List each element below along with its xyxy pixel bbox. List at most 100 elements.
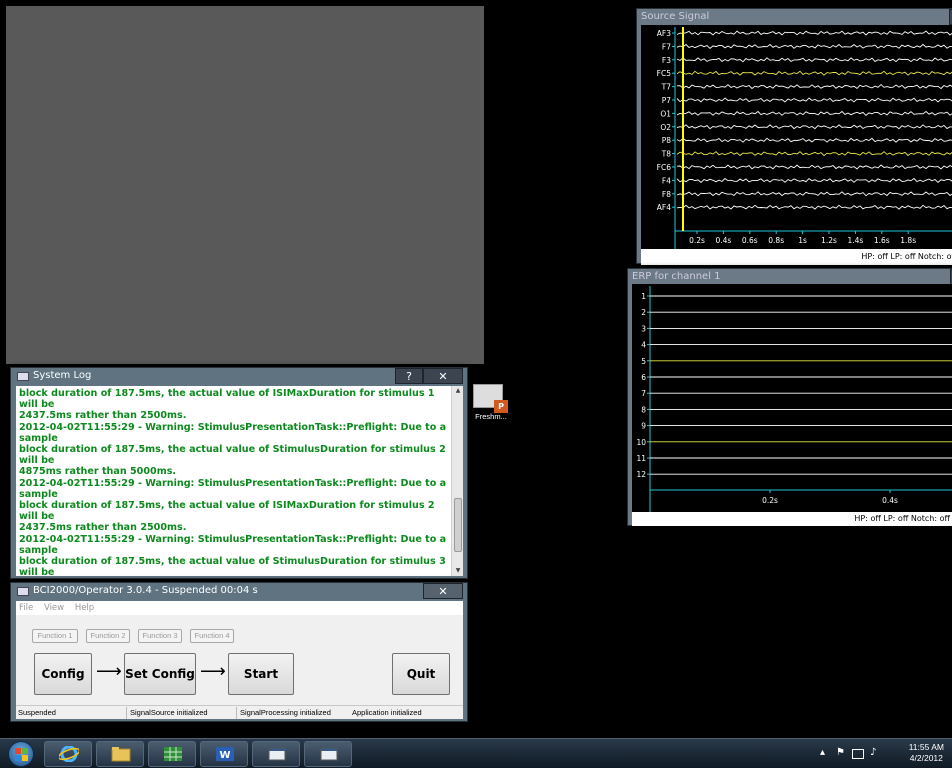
channel-trace [676,151,952,157]
log-content[interactable]: block duration of 187.5ms, the actual va… [16,386,463,576]
operator-window[interactable]: BCI2000/Operator 3.0.4 - Suspended 00:04… [10,582,468,722]
time-tick-label: 1.8s [900,236,916,245]
status-processing: SignalProcessing initialized [240,708,331,717]
channel-label: FC6 [657,163,672,172]
taskbar-spreadsheet[interactable] [148,741,196,767]
scroll-up-icon[interactable]: ▲ [452,386,463,396]
status-source: SignalSource initialized [130,708,208,717]
function-1-button[interactable]: Function 1 [32,629,78,643]
channel-label: F4 [662,176,671,185]
channel-label: 6 [641,373,646,382]
taskbar-window-1[interactable] [252,741,300,767]
menu-help[interactable]: Help [75,603,94,613]
windows-logo-icon [15,748,21,754]
time-tick-label: 0.6s [742,236,758,245]
set-config-button[interactable]: Set Config [124,653,196,695]
function-3-button[interactable]: Function 3 [138,629,182,643]
log-warning-line: 2437.5ms rather than 2500ms. [19,522,187,534]
time-tick-label: 0.2s [689,236,705,245]
scroll-down-icon[interactable]: ▼ [452,566,463,576]
quit-button[interactable]: Quit [392,653,450,695]
log-warning-line: block duration of 187.5ms, the actual va… [19,500,435,523]
erp-window[interactable]: ERP for channel 1 x 1234567891011120.2s0… [627,268,952,526]
powerpoint-file-icon: P [473,384,508,413]
menu-bar: File View Help [16,601,463,615]
channel-trace [676,191,952,197]
help-button[interactable]: ? [395,368,423,384]
taskbar-window-2[interactable] [304,741,352,767]
channel-label: 3 [641,324,646,333]
signal-traces: AF3 F7 F3 FC5 T7 P7 O1 O2 P8 T8 FC6 F4 F8 AF4 0.2s 0.4s… [657,27,952,249]
erp-plot: 1 2 3 4 5 6 7 8 9 10 11 12 0.2s 0.4s [632,284,952,512]
taskbar-explorer[interactable] [96,741,144,767]
volume-icon[interactable]: ♪ [870,747,876,758]
function-2-button[interactable]: Function 2 [86,629,130,643]
window-title: System Log [33,370,92,381]
close-button[interactable]: ✕ [423,583,463,599]
log-warning-line: 2437.5ms rather than 2500ms. [19,410,187,422]
action-center-flag-icon[interactable]: ⚑ [836,747,845,758]
config-button[interactable]: Config [34,653,92,695]
time-tick-label: 1.6s [874,236,890,245]
clock-time: 11:55 AM [908,742,944,752]
taskbar-internet-explorer[interactable] [44,741,92,767]
arrow-right-icon: ⟶ [96,661,122,682]
channel-label: O2 [660,123,671,132]
channel-trace [676,177,952,184]
menu-view[interactable]: View [44,603,64,613]
channel-trace [676,137,952,143]
channel-trace [676,110,952,117]
blank-window-area [6,6,484,364]
time-tick-label: 1.4s [847,236,863,245]
function-4-button[interactable]: Function 4 [190,629,234,643]
divider [236,707,237,719]
channel-label: 10 [636,438,646,447]
channel-trace [676,30,952,36]
desktop-shortcut[interactable]: P Freshm... [470,384,512,421]
tray-expand-icon[interactable]: ▴ [820,747,825,758]
source-signal-window[interactable]: Source Signal x AF3F7F3FC5T7P7O1O2P8T8FC… [636,8,952,267]
log-warning-line: 2012-04-02T11:55:29 - Warning: StimulusP… [19,477,447,500]
status-bar: Suspended SignalSource initialized Signa… [16,705,463,719]
taskbar: W ▴ ⚑ ♪ 11:55 AM 4/2/2012 [0,738,952,768]
powerpoint-badge: P [494,400,508,413]
taskbar-word[interactable]: W [200,741,248,767]
channel-label: 11 [636,454,646,463]
channel-label: F3 [662,56,671,65]
clock-date: 4/2/2012 [909,753,943,763]
log-warning-line: 2012-04-02T11:55:29 - Warning: StimulusP… [19,533,447,556]
channel-label: 7 [641,389,646,398]
shortcut-label: Freshm... [475,412,507,421]
system-clock[interactable]: 11:55 AM 4/2/2012 [909,742,944,764]
app-icon [17,587,29,596]
erp-traces: 1234567891011120.2s 0.4s [636,286,952,512]
close-button[interactable]: ✕ [423,368,463,384]
window-title: Source Signal [641,11,710,22]
network-icon[interactable] [852,749,864,759]
channel-label: 9 [641,422,646,431]
filter-status: HP: off LP: off Notch: off [632,512,952,526]
scrollbar[interactable]: ▲ ▼ [451,386,463,576]
status-state: Suspended [18,708,56,717]
menu-file[interactable]: File [19,603,33,613]
channel-label: F7 [662,42,671,51]
system-log-window[interactable]: System Log ? ✕ block duration of 187.5ms… [10,367,468,579]
scroll-thumb[interactable] [454,498,462,552]
arrow-right-icon: ⟶ [200,661,226,682]
time-tick-label: 0.4s [715,236,731,245]
channel-label: T8 [661,150,672,159]
channel-trace [676,164,952,170]
start-button[interactable] [8,741,34,767]
time-tick-label: 1s [798,236,807,245]
operator-body: File View Help Function 1 Function 2 Fun… [16,601,463,719]
folder-icon [111,747,131,762]
channel-label: O1 [660,109,671,118]
internet-explorer-icon [59,746,79,762]
log-warning-line: block duration of 187.5ms, the actual va… [19,556,446,576]
channel-label: 1 [641,292,646,301]
start-button[interactable]: Start [228,653,294,695]
word-icon: W [216,747,234,761]
log-warning-line: block duration of 187.5ms, the actual va… [19,388,435,411]
channel-label: AF3 [657,29,671,38]
channel-label: P7 [662,96,672,105]
